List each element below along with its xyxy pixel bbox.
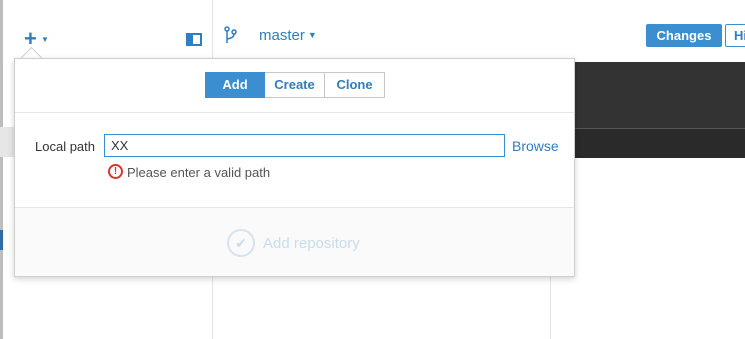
sidebar-toggle-icon[interactable] <box>186 33 202 46</box>
dark-header-panel <box>572 62 745 128</box>
add-repository-label: Add repository <box>263 234 360 252</box>
dark-subheader-panel <box>572 128 745 158</box>
add-repository-menu-button[interactable]: + ▼ <box>24 28 52 50</box>
popover-footer: ✔ Add repository <box>15 208 574 276</box>
tab-changes[interactable]: Changes <box>646 24 722 47</box>
git-branch-icon <box>224 26 237 43</box>
local-path-input[interactable] <box>104 134 505 157</box>
tab-create[interactable]: Create <box>265 72 325 98</box>
tab-history[interactable]: Hi <box>725 24 745 47</box>
local-path-label: Local path <box>35 139 95 154</box>
tab-clone[interactable]: Clone <box>325 72 385 98</box>
checkmark-icon: ✔ <box>227 229 255 257</box>
tab-add[interactable]: Add <box>205 72 265 98</box>
chevron-down-icon: ▼ <box>41 35 49 44</box>
mode-segmented-control: Add Create Clone <box>205 72 385 98</box>
error-icon: ! <box>108 164 123 179</box>
window-left-edge <box>0 0 3 339</box>
validation-error-message: Please enter a valid path <box>127 165 271 180</box>
branch-selector[interactable]: master ▼ <box>259 27 317 44</box>
sidebar-selected-row[interactable] <box>0 127 14 157</box>
branch-name-label: master <box>259 27 305 44</box>
add-repository-popover: Add Create Clone Local path Browse ! Ple… <box>14 58 575 277</box>
popover-divider <box>15 112 574 113</box>
browse-link[interactable]: Browse <box>512 138 559 154</box>
left-edge-highlight <box>0 230 3 250</box>
chevron-down-icon: ▼ <box>307 30 317 40</box>
add-repository-button[interactable]: ✔ Add repository <box>227 228 360 258</box>
